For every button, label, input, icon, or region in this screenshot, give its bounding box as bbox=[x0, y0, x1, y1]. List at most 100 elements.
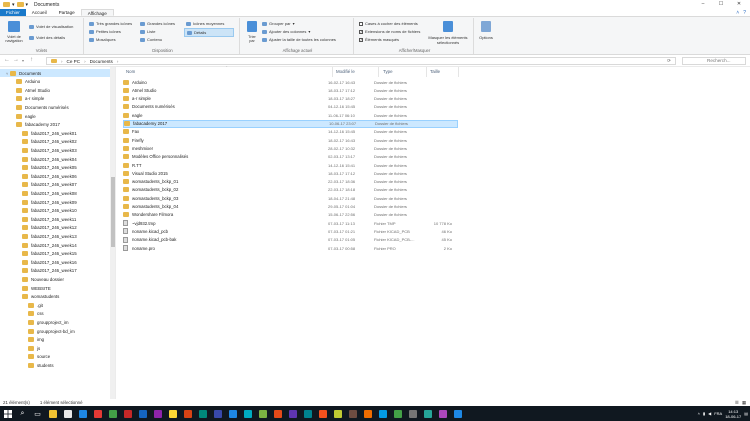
preview-pane-button[interactable]: Volet de visualisation bbox=[29, 24, 73, 29]
nav-item[interactable]: womastudents bbox=[0, 293, 110, 301]
file-row[interactable]: Atmel Studio 18-03-17 17:12 Dossier de fic… bbox=[123, 86, 458, 94]
nav-item[interactable]: .git bbox=[0, 301, 110, 309]
new-folder-icon[interactable] bbox=[16, 2, 24, 7]
task-view-icon[interactable]: ▭ bbox=[31, 407, 44, 420]
layout-list[interactable]: Liste bbox=[140, 29, 155, 34]
column-date[interactable]: Modifié le bbox=[336, 69, 355, 74]
tab-file[interactable]: Fichier bbox=[0, 9, 26, 16]
file-row[interactable]: womastudents_bckp_01 22-03-17 18:36 Dossie… bbox=[123, 178, 458, 186]
nav-item[interactable]: a-r simple bbox=[0, 95, 110, 103]
start-button[interactable] bbox=[1, 407, 14, 420]
nav-item[interactable]: faba2017_246_week15 bbox=[0, 250, 110, 258]
nav-item[interactable]: faba2017_246_week07 bbox=[0, 181, 110, 189]
nav-item[interactable]: Nouveau dossier bbox=[0, 275, 110, 283]
up-arrow-icon[interactable]: ↑ bbox=[30, 57, 33, 63]
nav-item[interactable]: faba2017_246_week14 bbox=[0, 241, 110, 249]
file-row[interactable]: R.TT 14-12-16 15:41 Dossier de fichiers bbox=[123, 161, 458, 169]
taskbar-app-icon[interactable] bbox=[436, 407, 449, 420]
collapse-ribbon-icon[interactable]: ˄ bbox=[736, 9, 739, 16]
nav-item[interactable]: js bbox=[0, 344, 110, 352]
checkbox-checked[interactable]: ✓ bbox=[359, 29, 363, 34]
nav-item[interactable]: faba2017_246_week03 bbox=[0, 146, 110, 154]
file-row[interactable]: Firefly 18-02-17 16:43 Dossier de fichiers bbox=[123, 136, 458, 144]
breadcrumb-this-pc[interactable]: Ce PC bbox=[67, 59, 81, 64]
layout-medium[interactable]: Icônes moyennes bbox=[186, 21, 224, 26]
file-row[interactable]: fabacademy 2017 10-06-17 23:07 Dossier de … bbox=[123, 119, 458, 128]
taskbar-app-icon[interactable] bbox=[181, 407, 194, 420]
nav-item[interactable]: faba2017_246_week08 bbox=[0, 189, 110, 197]
taskbar-app-icon[interactable] bbox=[301, 407, 314, 420]
nav-item[interactable]: ˅ Documents bbox=[0, 69, 110, 77]
refresh-icon[interactable]: ⟳ bbox=[667, 58, 671, 64]
taskbar-app-icon[interactable] bbox=[451, 407, 464, 420]
nav-item[interactable]: fabacademy 2017 bbox=[0, 121, 110, 129]
language-indicator[interactable]: FRA bbox=[714, 411, 722, 416]
nav-item[interactable]: groupproject-bd_im bbox=[0, 327, 110, 335]
save-icon[interactable]: ▾ bbox=[12, 2, 15, 8]
nav-item[interactable]: faba2017_246_week17 bbox=[0, 267, 110, 275]
nav-item[interactable]: groupproject_im bbox=[0, 318, 110, 326]
details-pane-button[interactable]: Volet des détails bbox=[29, 35, 65, 40]
checkbox-checked[interactable]: ✓ bbox=[359, 37, 363, 42]
taskbar-app-icon[interactable] bbox=[421, 407, 434, 420]
column-type[interactable]: Type bbox=[383, 69, 393, 74]
layout-small[interactable]: Petites icônes bbox=[89, 29, 121, 34]
tab-view[interactable]: Affichage bbox=[80, 9, 114, 16]
nav-item[interactable]: faba2017_246_week09 bbox=[0, 198, 110, 206]
file-row[interactable]: noname.kicad_pcb-bak 07-03-17 01:05 Fichie… bbox=[123, 236, 458, 244]
taskbar-app-icon[interactable] bbox=[226, 407, 239, 420]
file-row[interactable]: womastudents_bckp_02 22-03-17 18:18 Dossie… bbox=[123, 186, 458, 194]
layout-large[interactable]: Grandes icônes bbox=[140, 21, 175, 26]
taskbar-app-icon[interactable] bbox=[361, 407, 374, 420]
taskbar-app-icon[interactable] bbox=[121, 407, 134, 420]
nav-item[interactable]: source bbox=[0, 353, 110, 361]
layout-details[interactable]: Détails bbox=[184, 28, 234, 37]
column-size[interactable]: Taille bbox=[430, 69, 440, 74]
group-by-button[interactable]: Grouper par ▾ bbox=[262, 21, 295, 26]
file-row[interactable]: noname.pro 07-03-17 00:58 Fichier PRO 2 Ko bbox=[123, 244, 458, 252]
volume-icon[interactable]: ◀ bbox=[708, 411, 711, 416]
close-button[interactable]: ✕ bbox=[730, 0, 748, 9]
taskbar-app-icon[interactable] bbox=[331, 407, 344, 420]
nav-item[interactable]: WEBSITE bbox=[0, 284, 110, 292]
navigation-pane[interactable]: ˅ Documents Arduino Atmel Studio a-r simple D… bbox=[0, 67, 116, 399]
file-row[interactable]: Documents numérisés 04-12-16 15:45 Dossier… bbox=[123, 103, 458, 111]
nav-item[interactable]: faba2017_246_week16 bbox=[0, 258, 110, 266]
taskbar-app-icon[interactable] bbox=[406, 407, 419, 420]
taskbar-app-icon[interactable] bbox=[46, 407, 59, 420]
taskbar-app-icon[interactable] bbox=[316, 407, 329, 420]
nav-pane-button[interactable]: Volet de navigation bbox=[3, 21, 25, 43]
sort-by-button[interactable]: Trier par bbox=[245, 21, 259, 43]
nav-item[interactable]: Atmel Studio bbox=[0, 86, 110, 94]
hide-selected-button[interactable]: Masquer les éléments sélectionnés bbox=[426, 21, 470, 45]
nav-item[interactable]: css bbox=[0, 310, 110, 318]
layout-content[interactable]: Contenu bbox=[140, 37, 162, 42]
file-row[interactable]: Modèles Office personnalisés 02-03-17 13:… bbox=[123, 153, 458, 161]
recent-dropdown-icon[interactable]: ▾ bbox=[22, 58, 24, 63]
file-row[interactable]: Fax 14-12-16 15:45 Dossier de fichiers bbox=[123, 128, 458, 136]
file-row[interactable]: a-r simple 18-03-17 18:27 Dossier de fichi… bbox=[123, 95, 458, 103]
search-icon[interactable]: ⌕ bbox=[16, 407, 29, 420]
taskbar-app-icon[interactable] bbox=[241, 407, 254, 420]
nav-item[interactable]: faba2017_246_week02 bbox=[0, 138, 110, 146]
taskbar-app-icon[interactable] bbox=[91, 407, 104, 420]
file-row[interactable]: Wondershare Filmora 15-06-17 22:56 Dossier… bbox=[123, 211, 458, 219]
customize-icon[interactable]: ▾ bbox=[26, 2, 29, 8]
item-checkboxes-toggle[interactable]: Cases à cocher des éléments bbox=[359, 21, 418, 26]
details-view-icon[interactable]: ☰ bbox=[735, 400, 739, 406]
taskbar-app-icon[interactable] bbox=[136, 407, 149, 420]
file-row[interactable]: Visual Studio 2015 18-03-17 17:12 Dossier … bbox=[123, 169, 458, 177]
large-icons-view-icon[interactable]: ▦ bbox=[742, 400, 746, 406]
taskbar-app-icon[interactable] bbox=[271, 407, 284, 420]
nav-item[interactable]: faba2017_246_week11 bbox=[0, 215, 110, 223]
minimize-button[interactable]: – bbox=[694, 0, 712, 9]
maximize-button[interactable]: ☐ bbox=[712, 0, 730, 9]
taskbar-app-icon[interactable] bbox=[166, 407, 179, 420]
help-icon[interactable]: ? bbox=[743, 9, 746, 16]
taskbar-app-icon[interactable] bbox=[376, 407, 389, 420]
nav-scrollbar[interactable] bbox=[110, 67, 115, 399]
file-row[interactable]: meshmixer 28-02-17 10:32 Dossier de fichie… bbox=[123, 144, 458, 152]
nav-item[interactable]: eagle bbox=[0, 112, 110, 120]
notifications-icon[interactable]: ▤ bbox=[744, 411, 748, 416]
checkbox-unchecked[interactable] bbox=[359, 21, 363, 26]
